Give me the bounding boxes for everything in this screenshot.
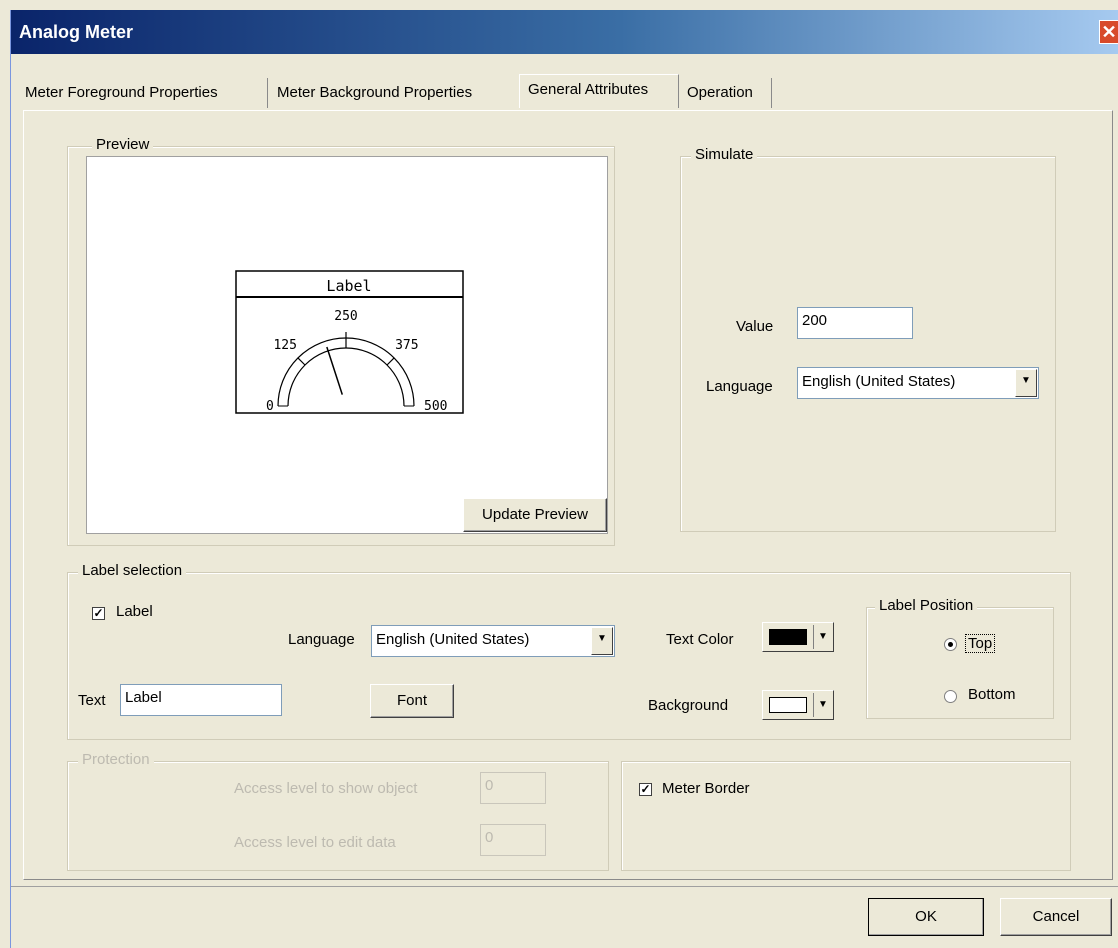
simulate-legend: Simulate (691, 146, 758, 163)
preview-canvas: Label 0 125 250 375 500 Update Preview (86, 156, 608, 534)
show-level-label: Access level to show object (234, 780, 418, 797)
font-button[interactable]: Font (370, 684, 454, 718)
update-preview-button[interactable]: Update Preview (463, 498, 607, 532)
background-color-picker[interactable]: ▼ (762, 690, 834, 720)
edit-level-input[interactable]: 0 (480, 824, 546, 856)
meter-preview: Label 0 125 250 375 500 (235, 270, 464, 414)
label-language-value: English (United States) (376, 631, 530, 648)
cancel-button[interactable]: Cancel (1000, 898, 1112, 936)
chevron-down-icon[interactable]: ▼ (591, 627, 613, 655)
label-language-label: Language (288, 631, 355, 648)
tab-general-attributes[interactable]: General Attributes (519, 74, 679, 108)
text-color-swatch (769, 629, 807, 645)
simulate-language-select[interactable]: English (United States) ▼ (797, 367, 1039, 399)
window-title: Analog Meter (19, 22, 134, 42)
show-level-input[interactable]: 0 (480, 772, 546, 804)
text-color-label: Text Color (666, 631, 734, 648)
text-color-picker[interactable]: ▼ (762, 622, 834, 652)
preview-legend: Preview (92, 136, 154, 153)
meter-tick-label-0: 0 (266, 399, 274, 414)
meter-border-label: Meter Border (662, 780, 750, 797)
chevron-down-icon[interactable]: ▼ (813, 693, 832, 717)
label-text-input[interactable]: Label (120, 684, 282, 716)
simulate-language-label: Language (706, 378, 773, 395)
position-top-radio[interactable] (944, 638, 957, 651)
value-input[interactable]: 200 (797, 307, 913, 339)
edit-level-label: Access level to edit data (234, 834, 396, 851)
meter-tick-label-375: 375 (395, 338, 418, 353)
label-language-select[interactable]: English (United States) ▼ (371, 625, 615, 657)
label-selection-legend: Label selection (78, 562, 187, 579)
ok-button[interactable]: OK (868, 898, 984, 936)
label-checkbox-text: Label (116, 603, 153, 620)
label-position-group: Label Position (866, 597, 1054, 719)
position-bottom-label: Bottom (968, 686, 1016, 703)
background-color-swatch (769, 697, 807, 713)
label-position-legend: Label Position (875, 597, 978, 614)
close-icon[interactable]: ✕ (1099, 20, 1118, 44)
background-label: Background (648, 697, 729, 714)
footer-divider (11, 886, 1118, 887)
title-bar[interactable]: Analog Meter ✕ (11, 10, 1118, 54)
position-top-label: Top (965, 634, 996, 653)
simulate-language-value: English (United States) (802, 373, 956, 390)
meter-tick-label-500: 500 (424, 399, 447, 414)
tab-meter-foreground[interactable]: Meter Foreground Properties (25, 78, 268, 108)
meter-label: Label (326, 277, 371, 295)
position-bottom-radio[interactable] (944, 690, 957, 703)
protection-legend: Protection (78, 751, 154, 768)
tab-operation[interactable]: Operation (687, 78, 772, 108)
text-label: Text (78, 692, 106, 709)
label-checkbox[interactable]: ✓ (92, 607, 105, 620)
simulate-group: Simulate (680, 146, 1056, 532)
meter-border-group (621, 761, 1071, 871)
meter-border-checkbox[interactable]: ✓ (639, 783, 652, 796)
chevron-down-icon[interactable]: ▼ (1015, 369, 1037, 397)
meter-tick-label-125: 125 (273, 338, 296, 353)
value-label: Value (736, 318, 774, 335)
chevron-down-icon[interactable]: ▼ (813, 625, 832, 649)
tab-meter-background[interactable]: Meter Background Properties (277, 78, 517, 108)
meter-tick-label-250: 250 (334, 309, 357, 324)
